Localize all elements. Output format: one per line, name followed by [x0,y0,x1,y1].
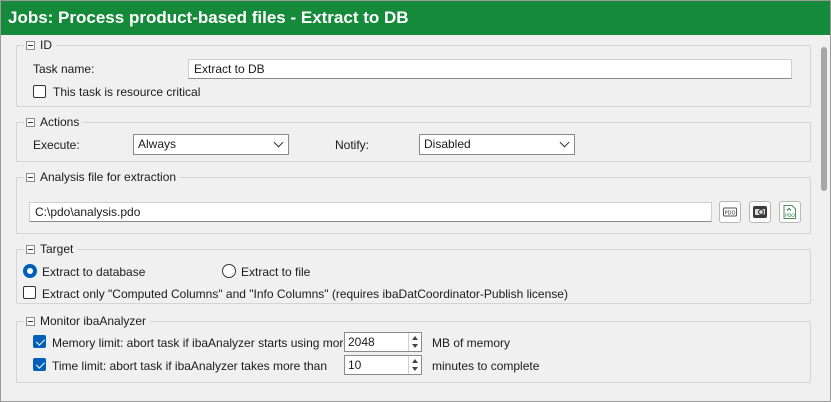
execute-dropdown[interactable]: Always [133,134,289,155]
collapse-icon[interactable] [26,172,35,182]
extract-to-database-label: Extract to database [42,265,146,279]
time-limit-checkbox[interactable] [33,358,46,371]
time-limit-value: 10 [348,358,362,372]
actions-group: Actions Execute: Always Notify: Disabled [16,114,811,162]
task-name-input[interactable]: Extract to DB [188,59,792,79]
actions-group-header[interactable]: Actions [24,114,84,130]
notify-dropdown[interactable]: Disabled [419,134,575,155]
arrow-up-icon[interactable] [412,336,418,340]
time-limit-label: Time limit: abort task if ibaAnalyzer ta… [52,359,327,373]
id-group-title: ID [40,38,52,52]
notify-label: Notify: [335,138,370,152]
stepper-buttons[interactable] [408,356,421,374]
arrow-down-icon[interactable] [412,344,418,348]
extract-to-file-label: Extract to file [241,265,311,279]
memory-limit-value: 2048 [348,335,375,349]
chevron-down-icon [273,137,284,148]
monitor-group-header[interactable]: Monitor ibaAnalyzer [24,313,151,329]
time-limit-unit: minutes to complete [432,359,540,373]
resource-critical-label: This task is resource critical [53,85,201,99]
time-limit-stepper[interactable]: 10 [344,355,422,375]
pdo-file-button[interactable]: PDO [719,201,741,223]
arrow-down-icon[interactable] [412,367,418,371]
monitor-group: Monitor ibaAnalyzer Memory limit: abort … [16,313,811,383]
analyzer-preview-button[interactable] [749,201,771,223]
window-title: Jobs: Process product-based files - Extr… [1,1,830,35]
svg-text:PDO: PDO [785,213,795,219]
svg-text:PDO: PDO [725,211,736,217]
memory-limit-checkbox[interactable] [33,335,46,348]
stepper-buttons[interactable] [408,333,421,351]
target-group-title: Target [40,242,74,256]
target-group: Target Extract to database Extract to fi… [16,241,811,304]
settings-panel: ID Task name: Extract to DB This task is… [1,35,830,401]
vertical-scrollbar[interactable] [818,35,830,401]
collapse-icon[interactable] [26,316,35,326]
memory-limit-unit: MB of memory [432,336,511,350]
extract-to-file-radio[interactable] [222,264,236,278]
monitor-group-title: Monitor ibaAnalyzer [40,314,147,328]
collapse-icon[interactable] [26,117,35,127]
execute-value: Always [138,137,177,151]
memory-limit-stepper[interactable]: 2048 [344,332,422,352]
resource-critical-checkbox[interactable] [33,85,46,98]
task-name-label: Task name: [33,62,95,76]
analysis-group-title: Analysis file for extraction [40,170,177,184]
extract-to-database-radio[interactable] [23,264,37,278]
target-group-header[interactable]: Target [24,241,78,257]
analyzer-preview-icon [753,206,767,218]
collapse-icon[interactable] [26,40,35,50]
analysis-group-header[interactable]: Analysis file for extraction [24,169,181,185]
chevron-down-icon [559,137,570,148]
arrow-up-icon[interactable] [412,359,418,363]
id-group-header[interactable]: ID [24,37,56,53]
collapse-icon[interactable] [26,244,35,254]
pdo-file-icon: PDO [723,207,737,217]
notify-value: Disabled [424,137,471,151]
job-settings-window: Jobs: Process product-based files - Extr… [0,0,831,402]
computed-columns-only-checkbox[interactable] [23,286,36,299]
memory-limit-label: Memory limit: abort task if ibaAnalyzer … [52,336,377,350]
analysis-file-path-input[interactable]: C:\pdo\analysis.pdo [29,202,712,222]
new-pdo-icon: PDO [783,205,796,219]
id-group: ID Task name: Extract to DB This task is… [16,37,811,107]
scrollbar-thumb[interactable] [821,47,827,191]
execute-label: Execute: [33,138,80,152]
computed-columns-only-label: Extract only "Computed Columns" and "Inf… [42,287,568,301]
actions-group-title: Actions [40,115,80,129]
new-pdo-button[interactable]: PDO [779,201,801,223]
analysis-file-group: Analysis file for extraction C:\pdo\anal… [16,169,811,234]
